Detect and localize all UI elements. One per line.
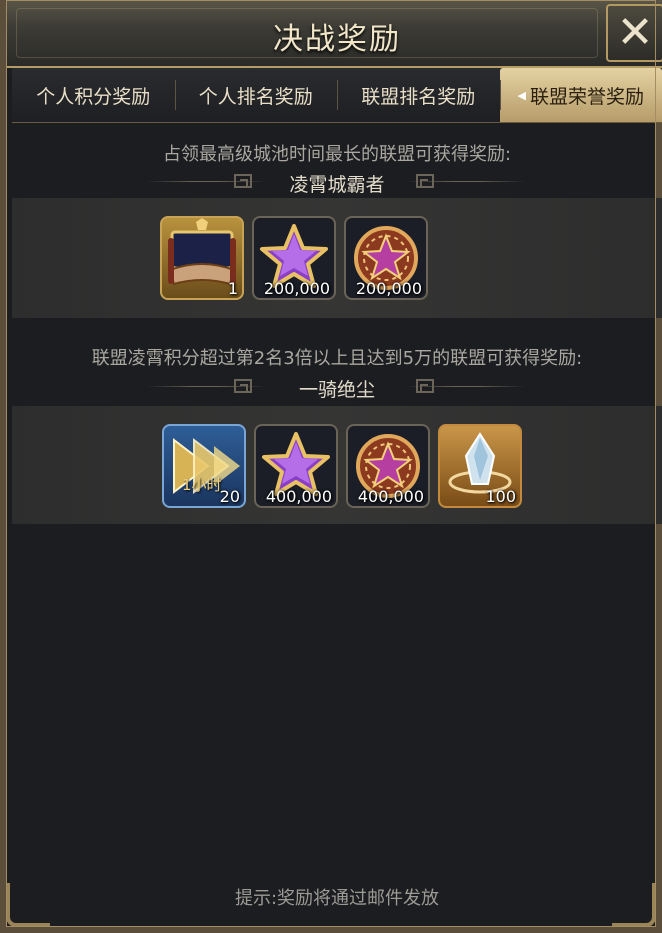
tab-personal-rank-reward[interactable]: 个人排名奖励 [174,68,338,122]
divider [406,181,526,182]
frame-corner-ornament [612,883,656,927]
window-title: 决战奖励 [273,22,401,57]
section-title: 一骑绝尘 [298,379,375,401]
reward-item[interactable]: 200,000 [252,216,336,300]
tab-bar: 个人积分奖励 个人排名奖励 联盟排名奖励 ◀ 联盟荣誉奖励 [12,68,662,123]
close-icon: ✕ [616,7,654,58]
tab-alliance-rank-reward[interactable]: 联盟排名奖励 [337,68,500,122]
reward-item[interactable]: 1 [160,216,244,300]
reward-quantity: 400,000 [265,487,332,506]
reward-item[interactable]: 1小时 20 [162,424,246,508]
reward-item[interactable]: 400,000 [254,424,338,508]
reward-row: 1 200,000 200,000 [160,216,428,300]
title-bar: 决战奖励 ✕ [6,0,662,68]
reward-item[interactable]: 200,000 [344,216,428,300]
divider [406,386,526,387]
duration-tag: 1小时 [182,476,222,494]
section-title: 凌霄城霸者 [289,174,385,196]
tab-personal-score-reward[interactable]: 个人积分奖励 [12,68,175,122]
reward-window: 决战奖励 ✕ 个人积分奖励 个人排名奖励 联盟排名奖励 ◀ 联盟荣誉奖励 占领最… [0,0,662,933]
frame-corner-ornament [6,883,50,927]
tab-label: 个人排名奖励 [198,85,313,108]
reward-quantity: 100 [485,487,516,506]
reward-row: 1小时 20 400,000 400,000 100 [162,424,522,508]
reward-quantity: 200,000 [355,279,422,298]
reward-quantity: 1 [227,279,238,298]
close-button[interactable]: ✕ [606,4,662,62]
section-description: 占领最高级城池时间最长的联盟可获得奖励: [162,144,512,165]
footer-hint: 提示:奖励将通过邮件发放 [234,888,440,909]
tab-label: 联盟荣誉奖励 [529,85,644,108]
tab-alliance-honor-reward[interactable]: ◀ 联盟荣誉奖励 [499,68,662,122]
tab-label: 联盟排名奖励 [361,85,476,108]
reward-quantity: 20 [219,487,240,506]
tab-label: 个人积分奖励 [36,85,151,108]
reward-quantity: 200,000 [263,279,330,298]
reward-item[interactable]: 400,000 [346,424,430,508]
reward-quantity: 400,000 [357,487,424,506]
caret-left-icon: ◀ [517,88,526,102]
reward-item[interactable]: 100 [438,424,522,508]
section-description: 联盟凌霄积分超过第2名3倍以上且达到5万的联盟可获得奖励: [91,348,583,369]
